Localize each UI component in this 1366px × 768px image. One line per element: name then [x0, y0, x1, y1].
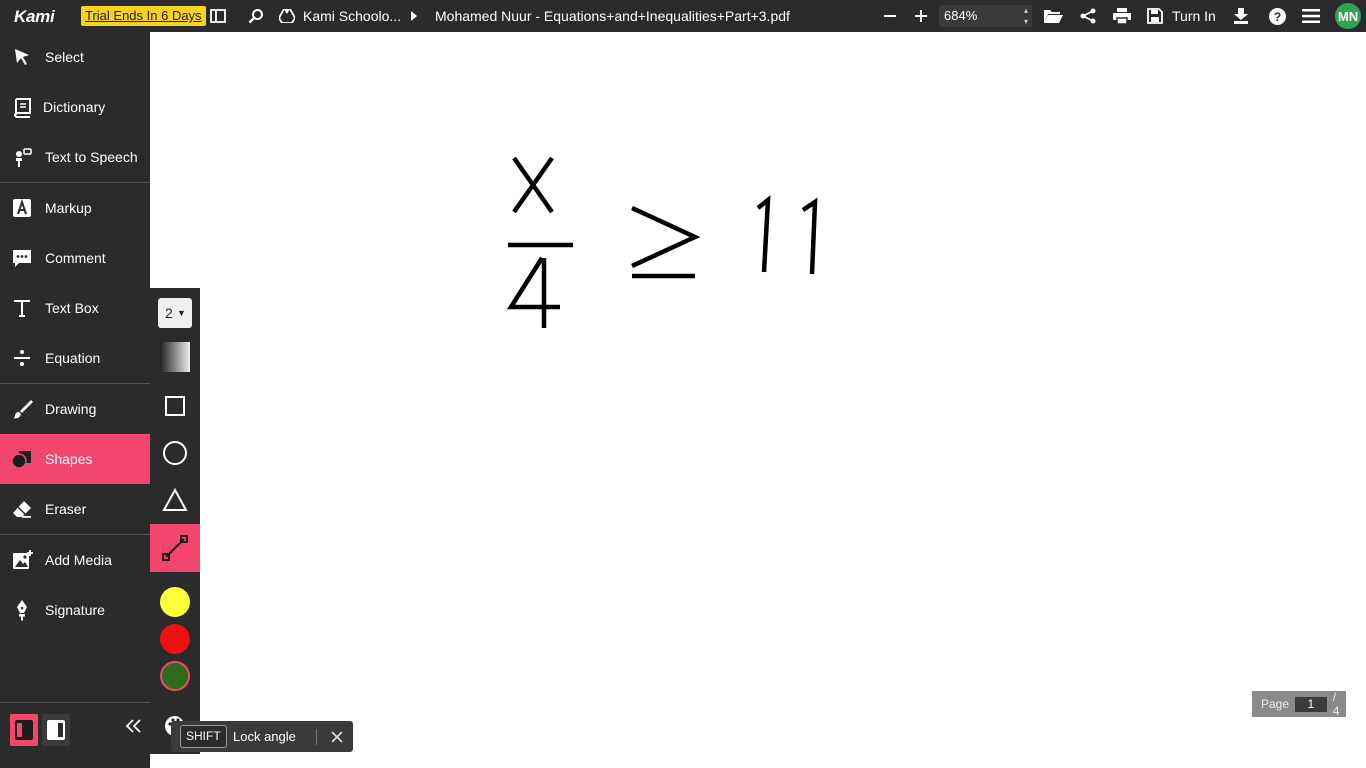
sidebar-toggle-icon[interactable]: [208, 6, 228, 26]
tool-markup[interactable]: Markup: [0, 183, 150, 233]
stroke-size-dropdown[interactable]: 2 ▼: [158, 298, 192, 328]
share-icon[interactable]: [1078, 6, 1098, 26]
line-icon: [162, 535, 188, 561]
shapes-toolbar: 2 ▼: [150, 288, 200, 754]
document-page: [506, 156, 818, 328]
denominator-4: [506, 256, 560, 328]
cursor-arrow-icon: [11, 46, 33, 68]
tool-comment[interactable]: Comment: [0, 233, 150, 283]
speaker-person-icon: [11, 146, 33, 168]
tool-signature[interactable]: Signature: [0, 585, 150, 635]
tool-sidebar: Select Dictionary Text to Speech Markup …: [0, 32, 150, 768]
add-image-icon: [11, 549, 33, 571]
caret-down-icon: ▼: [177, 308, 186, 318]
tool-label: Text to Speech: [45, 149, 138, 165]
tool-label: Equation: [45, 350, 101, 366]
svg-text:?: ?: [1273, 10, 1280, 24]
collapse-sidebar-icon[interactable]: [124, 716, 144, 736]
open-folder-icon[interactable]: [1043, 6, 1063, 26]
tool-label: Signature: [45, 602, 105, 618]
top-toolbar: Kami Trial Ends In 6 Days Kami Schoolo..…: [0, 0, 1366, 32]
greater-equal-sign: [631, 205, 701, 279]
opacity-gradient-button[interactable]: [160, 342, 190, 372]
tool-text-to-speech[interactable]: Text to Speech: [0, 132, 150, 182]
triangle-icon: [162, 488, 188, 511]
tool-label: Markup: [45, 200, 92, 216]
tool-label: Comment: [45, 250, 106, 266]
shape-rectangle-button[interactable]: [150, 383, 200, 429]
numerator-x: [512, 156, 554, 214]
tool-label: Select: [45, 49, 84, 65]
circle-icon: [163, 441, 187, 465]
stroke-size-value: 2: [165, 305, 173, 321]
tool-shapes[interactable]: Shapes: [0, 434, 150, 484]
zoom-in-icon[interactable]: [911, 6, 931, 26]
sidebar-right-mode-button[interactable]: [42, 714, 70, 746]
tool-add-media[interactable]: Add Media: [0, 535, 150, 585]
brush-icon: [11, 398, 33, 420]
shortcut-tooltip: SHIFT Lock angle: [171, 721, 353, 752]
tool-select[interactable]: Select: [0, 32, 150, 82]
tool-label: Shapes: [45, 451, 93, 467]
shape-circle-button[interactable]: [150, 430, 200, 476]
document-title: Mohamed Nuur - Equations+and+Inequalitie…: [435, 8, 790, 24]
select-arrows-icon: ▴ ▾: [1023, 6, 1028, 26]
eraser-icon: [11, 498, 33, 520]
zoom-value: 684%: [944, 8, 978, 23]
tool-equation[interactable]: Equation: [0, 333, 150, 383]
tool-text-box[interactable]: Text Box: [0, 283, 150, 333]
tool-label: Drawing: [45, 401, 97, 417]
menu-hamburger-icon[interactable]: [1301, 6, 1321, 26]
divider: [316, 729, 317, 745]
kami-logo[interactable]: Kami: [14, 7, 55, 27]
tool-eraser[interactable]: Eraser: [0, 484, 150, 534]
text-t-icon: [11, 297, 33, 319]
save-icon[interactable]: [1145, 6, 1165, 26]
tooltip-text: Lock angle: [233, 729, 296, 744]
division-icon: [11, 347, 33, 369]
print-icon[interactable]: [1112, 6, 1132, 26]
markup-highlight-icon: [11, 197, 33, 219]
close-icon[interactable]: [330, 730, 344, 744]
chevron-right-icon: [404, 6, 424, 26]
math-expression: [506, 156, 818, 328]
download-icon[interactable]: [1231, 6, 1251, 26]
page-indicator: Page 1 / 4: [1252, 690, 1346, 718]
shape-line-button[interactable]: [150, 524, 200, 572]
book-icon: [11, 96, 33, 118]
page-label: Page: [1261, 697, 1290, 711]
tool-label: Dictionary: [43, 99, 106, 115]
tool-label: Eraser: [45, 501, 87, 517]
google-drive-icon[interactable]: [277, 6, 297, 26]
tool-label: Text Box: [45, 300, 99, 316]
tool-label: Add Media: [45, 552, 112, 568]
digit-one: [756, 195, 771, 273]
shape-triangle-button[interactable]: [150, 477, 200, 523]
divider: [0, 702, 150, 703]
tool-drawing[interactable]: Drawing: [0, 384, 150, 434]
trial-banner-link[interactable]: Trial Ends In 6 Days: [81, 6, 206, 26]
rectangle-icon: [165, 396, 185, 416]
shift-key-badge: SHIFT: [180, 725, 227, 748]
color-swatch-yellow[interactable]: [160, 587, 190, 617]
digit-one: [801, 197, 818, 275]
comment-bubble-icon: [11, 247, 33, 269]
help-icon[interactable]: ?: [1267, 6, 1287, 26]
breadcrumb-folder[interactable]: Kami Schoolo...: [303, 8, 401, 24]
zoom-out-icon[interactable]: [880, 6, 900, 26]
document-canvas[interactable]: [200, 32, 1366, 768]
shapes-icon: [11, 448, 33, 470]
tool-dictionary[interactable]: Dictionary: [0, 82, 150, 132]
pen-nib-icon: [11, 599, 33, 621]
page-total: / 4: [1332, 690, 1340, 718]
turn-in-button[interactable]: Turn In: [1172, 8, 1216, 24]
user-avatar[interactable]: MN: [1335, 3, 1361, 29]
zoom-select[interactable]: 684% ▴ ▾: [939, 5, 1032, 27]
sidebar-left-mode-button[interactable]: [10, 714, 38, 746]
page-number-input[interactable]: 1: [1295, 696, 1327, 712]
color-swatch-red[interactable]: [160, 624, 190, 654]
color-swatch-green[interactable]: [160, 661, 190, 691]
search-icon[interactable]: [246, 6, 266, 26]
